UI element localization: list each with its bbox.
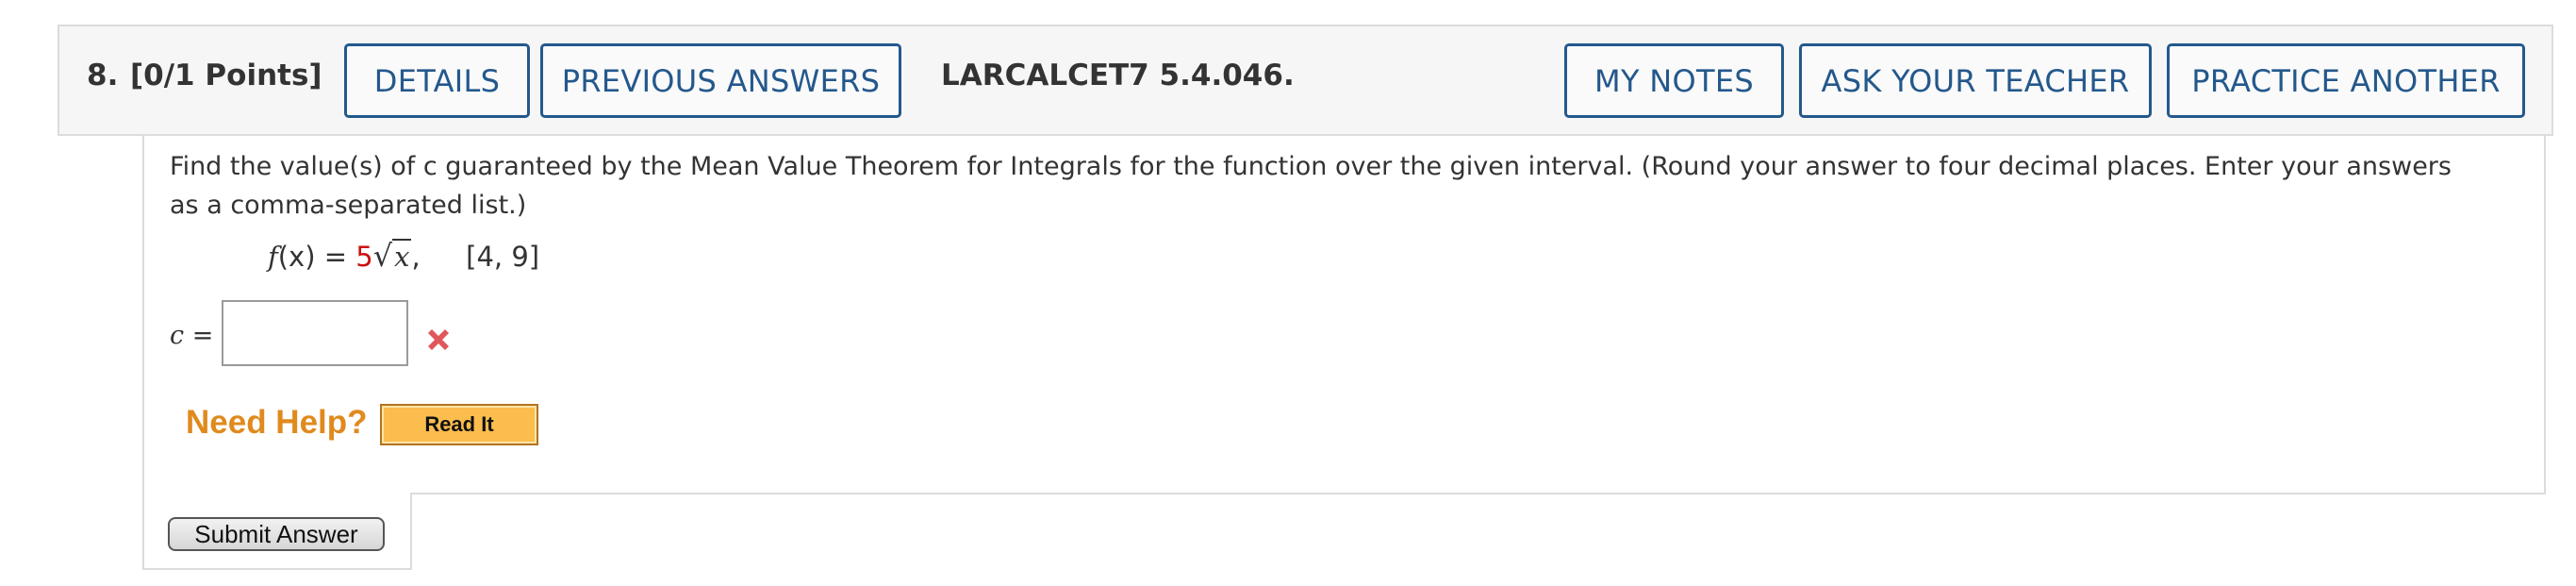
answer-variable: c (170, 321, 185, 350)
question-text: Find the value(s) of c guaranteed by the… (170, 152, 2452, 220)
incorrect-x-icon (428, 329, 449, 350)
function-expression: f(x) = 5√x, [4, 9] (268, 238, 539, 274)
interval: [4, 9] (466, 241, 540, 273)
question-points: [0/1 Points] (130, 59, 322, 92)
square-root: √x (373, 238, 412, 274)
equals-sign: = (315, 241, 356, 273)
question-code: LARCALCET7 5.4.046. (941, 59, 1295, 92)
function-arg: (x) (277, 241, 316, 273)
answer-input[interactable] (222, 300, 408, 366)
ask-your-teacher-button[interactable]: ASK YOUR TEACHER (1799, 43, 2152, 118)
need-help-label: Need Help? (186, 404, 368, 441)
coefficient: 5 (355, 241, 373, 273)
practice-another-button[interactable]: PRACTICE ANOTHER (2167, 43, 2525, 118)
radical-sign-icon: √ (372, 238, 393, 274)
details-button[interactable]: DETAILS (344, 43, 530, 118)
previous-answers-button[interactable]: PREVIOUS ANSWERS (540, 43, 901, 118)
function-name: f (268, 241, 278, 273)
radicand: x (392, 239, 412, 273)
my-notes-button[interactable]: MY NOTES (1564, 43, 1784, 118)
question-number: 8. (87, 59, 119, 92)
comma: , (411, 241, 421, 273)
answer-label: c = (170, 321, 213, 350)
read-it-button[interactable]: Read It (380, 404, 538, 445)
submit-answer-button[interactable]: Submit Answer (168, 517, 385, 551)
answer-equals: = (184, 321, 214, 350)
